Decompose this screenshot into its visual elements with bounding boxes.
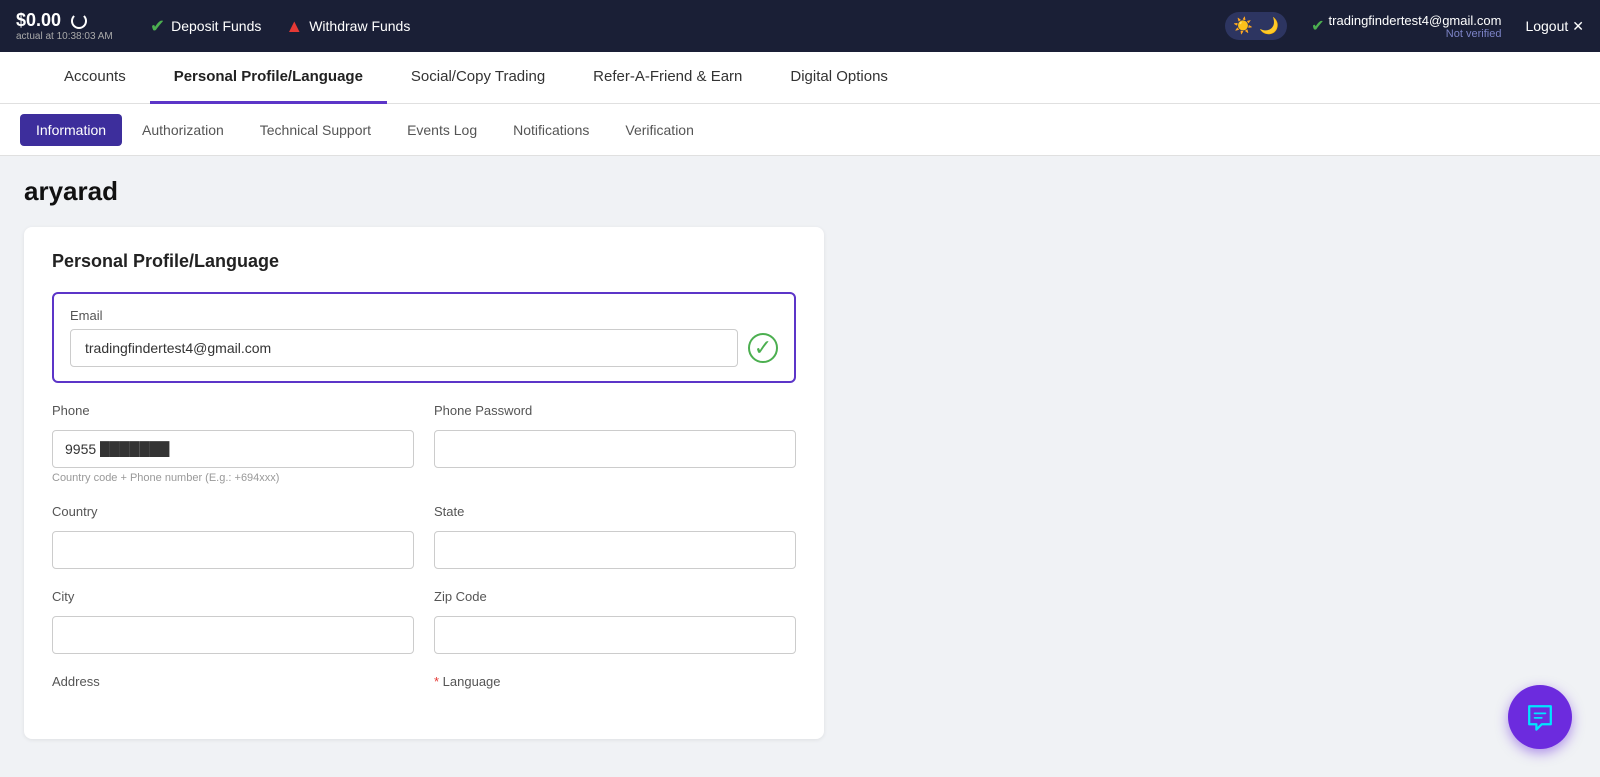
- address-label: Address: [52, 674, 414, 689]
- language-field: Language: [434, 674, 796, 695]
- deposit-button[interactable]: ✔ Deposit Funds: [150, 16, 261, 37]
- logout-button[interactable]: Logout ✕: [1525, 18, 1584, 35]
- email-label: Email: [70, 308, 778, 323]
- subtab-verification[interactable]: Verification: [609, 114, 709, 146]
- sun-icon[interactable]: ☀️: [1233, 16, 1253, 36]
- deposit-label: Deposit Funds: [171, 18, 261, 34]
- phone-input[interactable]: [52, 430, 414, 468]
- country-field: Country: [52, 504, 414, 569]
- moon-icon[interactable]: 🌙: [1259, 16, 1279, 36]
- zip-input[interactable]: [434, 616, 796, 654]
- nav-personal-profile[interactable]: Personal Profile/Language: [150, 52, 387, 104]
- phone-row: Phone Country code + Phone number (E.g.:…: [52, 403, 796, 484]
- city-label: City: [52, 589, 414, 604]
- zip-field: Zip Code: [434, 589, 796, 654]
- city-zip-row: City Zip Code: [52, 589, 796, 654]
- phone-field: Phone Country code + Phone number (E.g.:…: [52, 403, 414, 484]
- phone-password-field: Phone Password: [434, 403, 796, 484]
- logout-label: Logout: [1525, 18, 1568, 34]
- balance-amount: $0.00: [16, 10, 87, 31]
- balance-timestamp: actual at 10:38:03 AM: [16, 31, 113, 42]
- phone-password-input[interactable]: [434, 430, 796, 468]
- country-input[interactable]: [52, 531, 414, 569]
- subtab-technical-support[interactable]: Technical Support: [244, 114, 387, 146]
- username: aryarad: [24, 176, 1576, 207]
- topbar: $0.00 actual at 10:38:03 AM ✔ Deposit Fu…: [0, 0, 1600, 52]
- address-field: Address: [52, 674, 414, 695]
- country-state-row: Country State: [52, 504, 796, 569]
- navbar: Accounts Personal Profile/Language Socia…: [0, 52, 1600, 104]
- state-input[interactable]: [434, 531, 796, 569]
- city-input[interactable]: [52, 616, 414, 654]
- nav-accounts[interactable]: Accounts: [40, 52, 150, 104]
- user-status: Not verified: [1446, 28, 1502, 40]
- close-icon: ✕: [1572, 18, 1584, 35]
- verified-check-icon: ✔: [1311, 16, 1324, 36]
- user-info: tradingfindertest4@gmail.com Not verifie…: [1329, 13, 1502, 40]
- user-verified-section: ✔ tradingfindertest4@gmail.com Not verif…: [1311, 13, 1501, 40]
- subtabs: Information Authorization Technical Supp…: [0, 104, 1600, 156]
- deposit-icon: ✔: [150, 16, 165, 37]
- state-label: State: [434, 504, 796, 519]
- language-label: Language: [434, 674, 796, 689]
- withdraw-icon: ▲: [285, 16, 303, 37]
- subtab-notifications[interactable]: Notifications: [497, 114, 605, 146]
- phone-label: Phone: [52, 403, 414, 418]
- email-row: ✓: [70, 329, 778, 367]
- email-input[interactable]: [70, 329, 738, 367]
- email-verified-icon: ✓: [748, 333, 778, 363]
- email-section: Email ✓: [52, 292, 796, 383]
- city-field: City: [52, 589, 414, 654]
- balance-value: $0.00: [16, 10, 61, 31]
- theme-toggle[interactable]: ☀️ 🌙: [1225, 12, 1287, 40]
- nav-refer-friend[interactable]: Refer-A-Friend & Earn: [569, 52, 766, 104]
- page-content: aryarad Personal Profile/Language Email …: [0, 156, 1600, 759]
- phone-password-label: Phone Password: [434, 403, 796, 418]
- phone-hint: Country code + Phone number (E.g.: +694x…: [52, 472, 414, 484]
- chat-icon: [1522, 699, 1558, 735]
- subtab-authorization[interactable]: Authorization: [126, 114, 240, 146]
- nav-digital-options[interactable]: Digital Options: [766, 52, 912, 104]
- profile-form-card: Personal Profile/Language Email ✓ Phone …: [24, 227, 824, 739]
- withdraw-label: Withdraw Funds: [309, 18, 410, 34]
- balance-section: $0.00 actual at 10:38:03 AM: [16, 10, 126, 42]
- state-field: State: [434, 504, 796, 569]
- address-language-row: Address Language: [52, 674, 796, 695]
- refresh-icon[interactable]: [71, 13, 87, 29]
- country-label: Country: [52, 504, 414, 519]
- subtab-information[interactable]: Information: [20, 114, 122, 146]
- form-title: Personal Profile/Language: [52, 251, 796, 272]
- chat-support-button[interactable]: [1508, 685, 1572, 749]
- nav-social-copy-trading[interactable]: Social/Copy Trading: [387, 52, 569, 104]
- subtab-events-log[interactable]: Events Log: [391, 114, 493, 146]
- withdraw-button[interactable]: ▲ Withdraw Funds: [285, 16, 410, 37]
- zip-label: Zip Code: [434, 589, 796, 604]
- user-email: tradingfindertest4@gmail.com: [1329, 13, 1502, 28]
